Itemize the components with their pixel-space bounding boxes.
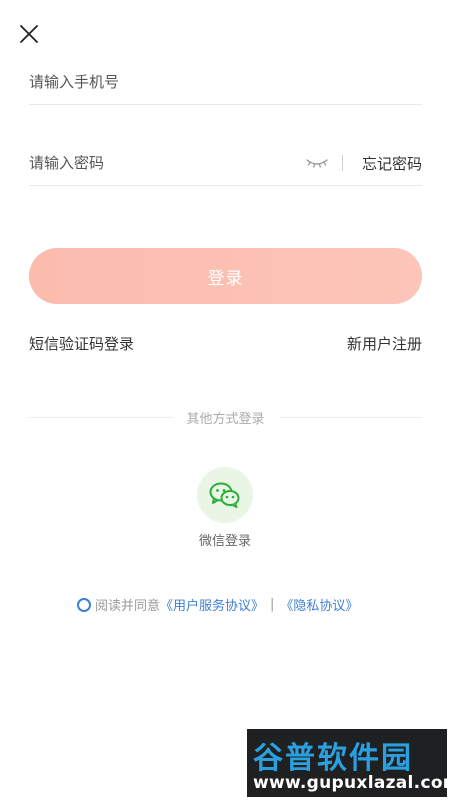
agreement-separator: | — [270, 597, 275, 612]
forgot-password-link[interactable]: 忘记密码 — [362, 153, 422, 174]
agreement-prefix: 阅读并同意 — [95, 599, 161, 614]
close-icon — [20, 25, 38, 43]
wechat-icon — [209, 482, 240, 508]
agreement-radio[interactable] — [77, 597, 91, 612]
divider-line-right — [278, 417, 423, 418]
wechat-login-button[interactable]: 微信登录 — [196, 467, 254, 549]
close-button[interactable] — [15, 20, 43, 48]
login-page: 忘记密码 登录 短信验证码登录 新用户注册 其他方式登录 微信登录 阅读并同 — [0, 0, 450, 800]
privacy-policy-link[interactable]: 《隐私协议》 — [280, 595, 358, 614]
phone-input[interactable] — [29, 60, 422, 104]
login-button[interactable]: 登录 — [29, 248, 422, 304]
password-input[interactable] — [29, 141, 306, 185]
other-login-label: 其他方式登录 — [186, 412, 265, 427]
watermark-title: 谷普软件园 — [253, 741, 413, 776]
sms-login-link[interactable]: 短信验证码登录 — [29, 333, 134, 354]
watermark-url: www.gupuxlazal.com — [253, 773, 447, 793]
phone-field-row — [29, 60, 422, 105]
login-options-row: 短信验证码登录 新用户注册 — [29, 333, 422, 354]
site-watermark: 谷普软件园 www.gupuxlazal.com — [247, 729, 447, 797]
vertical-divider — [341, 155, 343, 171]
wechat-login-label: 微信登录 — [198, 534, 251, 549]
agreement-row: 阅读并同意 《用户服务协议》 | 《隐私协议》 — [77, 595, 358, 614]
divider-line-left — [29, 417, 173, 418]
wechat-icon-circle — [197, 467, 253, 523]
other-login-divider: 其他方式登录 — [29, 408, 423, 427]
register-link[interactable]: 新用户注册 — [347, 333, 422, 354]
user-agreement-link[interactable]: 《用户服务协议》 — [160, 595, 264, 614]
password-field-row: 忘记密码 — [29, 141, 422, 186]
eye-closed-icon[interactable] — [306, 156, 328, 170]
